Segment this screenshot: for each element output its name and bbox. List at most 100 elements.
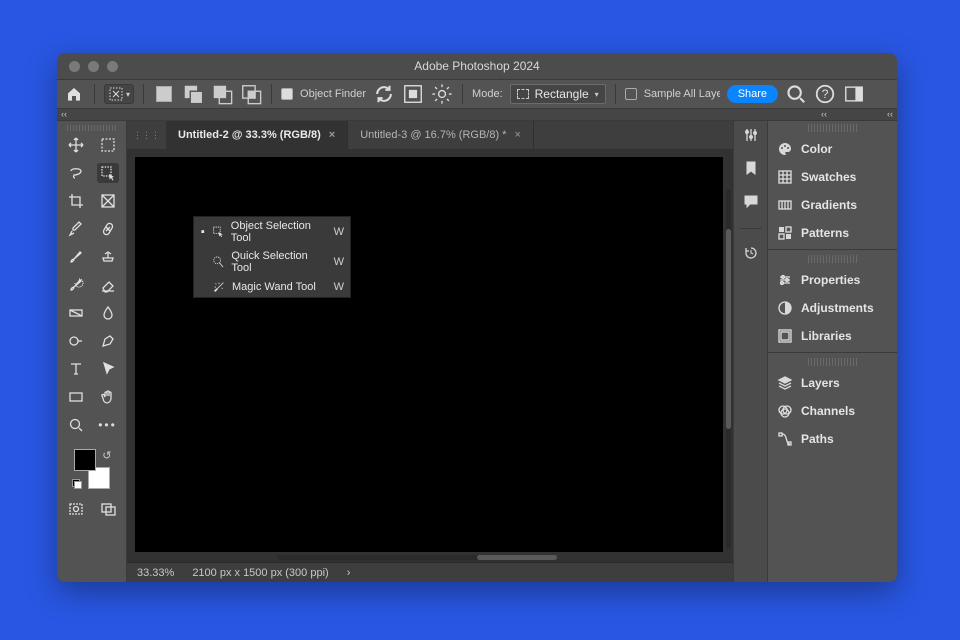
mode-value: Rectangle [535,87,589,101]
options-gear-icon[interactable] [431,83,453,105]
blur-tool[interactable] [97,303,119,323]
type-tool[interactable] [65,359,87,379]
panel-color[interactable]: Color [768,135,897,163]
frame-tool[interactable] [97,191,119,211]
pen-tool[interactable] [97,331,119,351]
object-selection-tool[interactable] [97,163,119,183]
panel-libraries[interactable]: Libraries [768,322,897,350]
panel-adjustments[interactable]: Adjustments [768,294,897,322]
clone-stamp-tool[interactable] [97,247,119,267]
document-tab-2[interactable]: Untitled-3 @ 16.7% (RGB/8) * × [348,121,534,149]
gradient-tool[interactable] [65,303,87,323]
canvas-viewport[interactable] [127,149,733,562]
sample-all-layers-checkbox[interactable] [625,88,637,100]
move-tool[interactable] [65,135,87,155]
panel-label: Swatches [801,170,856,184]
panel-properties[interactable]: Properties [768,266,897,294]
document-tab-1[interactable]: Untitled-2 @ 33.3% (RGB/8) × [166,121,348,149]
mode-select[interactable]: Rectangle ▾ [510,84,606,104]
object-finder-label: Object Finder [300,88,366,100]
tool-preset-dropdown[interactable]: ▾ [104,84,134,104]
horizontal-scrollbar[interactable] [277,555,557,560]
flyout-object-selection[interactable]: ▪ Object Selection Tool W [194,217,350,247]
hand-tool[interactable] [97,387,119,407]
document-tabs: ⋮⋮⋮ Untitled-2 @ 33.3% (RGB/8) × Untitle… [127,121,733,149]
history-icon[interactable] [743,245,759,264]
close-window-button[interactable] [69,61,80,72]
comments-icon[interactable] [743,193,759,212]
panel-swatches[interactable]: Swatches [768,163,897,191]
show-objects-button[interactable] [402,83,424,105]
maximize-window-button[interactable] [107,61,118,72]
help-button[interactable]: ? [814,83,836,105]
screen-mode-button[interactable] [97,499,119,519]
right-column: Color Swatches Gradients Patterns Proper… [733,121,897,582]
panel-grip[interactable] [808,255,857,263]
rectangle-shape-tool[interactable] [65,387,87,407]
path-selection-tool[interactable] [97,359,119,379]
refresh-button[interactable] [373,83,395,105]
panel-channels[interactable]: Channels [768,397,897,425]
bookmark-icon[interactable] [743,160,759,179]
selected-marker-icon: ▪ [200,226,206,238]
healing-brush-tool[interactable] [97,219,119,239]
adjustments-icon[interactable] [743,127,759,146]
swap-colors-icon[interactable]: ↺ [102,449,111,462]
panel-grip[interactable] [808,358,857,366]
default-colors-icon[interactable] [72,479,82,489]
panel-label: Adjustments [801,301,874,315]
status-arrow-icon[interactable]: › [347,567,351,579]
tab-grip[interactable]: ⋮⋮⋮ [133,130,160,141]
panel-label: Layers [801,376,840,390]
marquee-tool[interactable] [97,135,119,155]
separator [462,84,463,104]
selection-intersect-button[interactable] [240,83,262,105]
panel-layers[interactable]: Layers [768,369,897,397]
dodge-tool[interactable] [65,331,87,351]
minimize-window-button[interactable] [88,61,99,72]
vertical-scrollbar[interactable] [726,189,731,549]
search-button[interactable] [785,83,807,105]
selection-subtract-button[interactable] [211,83,233,105]
panel-paths[interactable]: Paths [768,425,897,453]
status-dimensions[interactable]: 2100 px x 1500 px (300 ppi) [192,567,328,579]
app-title: Adobe Photoshop 2024 [57,59,897,73]
workspace-button[interactable] [843,83,865,105]
brush-tool[interactable] [65,247,87,267]
flyout-quick-selection[interactable]: Quick Selection Tool W [194,247,350,277]
lasso-tool[interactable] [65,163,87,183]
quick-selection-icon [212,255,226,269]
eraser-tool[interactable] [97,275,119,295]
share-button[interactable]: Share [727,85,778,103]
toolbox-grip[interactable] [67,125,117,131]
object-finder-checkbox[interactable] [281,88,293,100]
edit-toolbar-button[interactable]: ••• [97,415,119,435]
toolbox: ••• ↺ [57,121,127,582]
panel-label: Channels [801,404,855,418]
close-tab-icon[interactable]: × [329,129,335,141]
collapse-left-icon[interactable]: ‹‹ [61,109,67,120]
eyedropper-tool[interactable] [65,219,87,239]
zoom-tool[interactable] [65,415,87,435]
collapse-right-icon[interactable]: ‹‹ [887,109,893,120]
panel-patterns[interactable]: Patterns [768,219,897,247]
panel-grip[interactable] [808,124,857,132]
home-button[interactable] [63,83,85,105]
panel-label: Patterns [801,226,849,240]
crop-tool[interactable] [65,191,87,211]
selection-add-button[interactable] [182,83,204,105]
panel-gradients[interactable]: Gradients [768,191,897,219]
flyout-item-label: Magic Wand Tool [232,281,316,293]
svg-text:?: ? [822,87,829,101]
tool-flyout-menu: ▪ Object Selection Tool W Quick Selectio… [193,216,351,298]
selection-new-button[interactable] [153,83,175,105]
status-zoom[interactable]: 33.33% [137,567,174,579]
foreground-background-swatch[interactable]: ↺ [72,449,112,489]
separator [271,84,272,104]
collapse-mid-icon[interactable]: ‹‹ [821,109,827,120]
foreground-color[interactable] [74,449,96,471]
flyout-magic-wand[interactable]: Magic Wand Tool W [194,277,350,297]
quick-mask-button[interactable] [65,499,87,519]
history-brush-tool[interactable] [65,275,87,295]
close-tab-icon[interactable]: × [514,129,520,141]
